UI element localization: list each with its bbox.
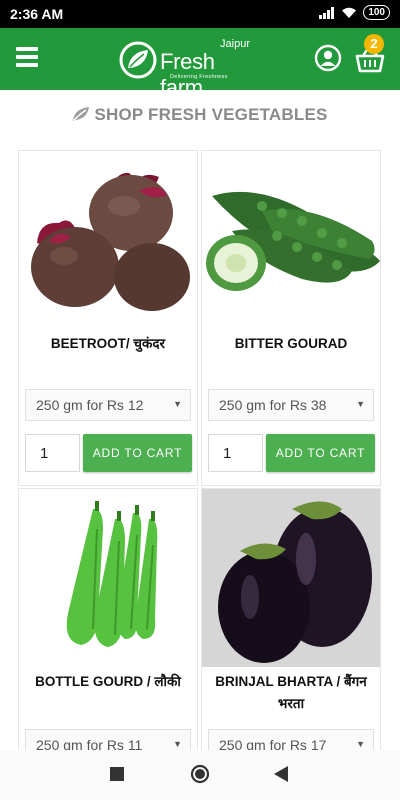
logo-tagline: Delivering Freshness: [170, 74, 228, 80]
product-card-bottle-gourd: BOTTLE GOURD / लौकी 250 gm for Rs 11 ▼: [18, 488, 198, 761]
system-nav-bar: [0, 750, 400, 800]
dropdown-caret-icon: ▼: [173, 739, 182, 749]
product-name: BITTER GOURAD: [234, 336, 348, 351]
brinjal-image[interactable]: [202, 489, 380, 667]
signal-icon: [319, 6, 335, 19]
quantity-input[interactable]: 1: [208, 434, 263, 472]
product-card-bitter-gourd: BITTER GOURAD 250 gm for Rs 38 ▼ 1 ADD T…: [201, 150, 381, 486]
leaf-icon: [73, 107, 90, 121]
add-to-cart-button[interactable]: ADD TO CART: [83, 434, 192, 472]
quantity-input[interactable]: 1: [25, 434, 80, 472]
wifi-icon: [342, 7, 357, 18]
bottle-gourd-image[interactable]: [19, 489, 197, 667]
cart-count-badge: 2: [364, 34, 384, 54]
battery-indicator: 100: [363, 5, 390, 20]
product-name: BRINJAL BHARTA / बैंगन भरता: [215, 674, 367, 711]
status-time: 2:36 AM: [10, 6, 64, 22]
dropdown-caret-icon: ▼: [356, 399, 365, 409]
triangle-back-icon[interactable]: [274, 766, 288, 782]
variant-value: 250 gm for Rs 38: [219, 397, 327, 413]
dropdown-caret-icon: ▼: [356, 739, 365, 749]
circle-icon[interactable]: [190, 764, 210, 784]
add-to-cart-button[interactable]: ADD TO CART: [266, 434, 375, 472]
product-name: BOTTLE GOURD / लौकी: [35, 674, 181, 689]
hamburger-menu-icon[interactable]: [16, 47, 38, 67]
logo-leaf-icon: [119, 41, 157, 79]
variant-select[interactable]: 250 gm for Rs 12 ▼: [25, 389, 191, 421]
square-icon[interactable]: [110, 767, 124, 781]
product-card-brinjal: BRINJAL BHARTA / बैंगन भरता 250 gm for R…: [201, 488, 381, 761]
beetroot-image[interactable]: [19, 151, 197, 329]
variant-select[interactable]: 250 gm for Rs 38 ▼: [208, 389, 374, 421]
section-title: SHOP FRESH VEGETABLES: [0, 105, 400, 125]
status-bar: 2:36 AM 100: [0, 0, 400, 28]
app-header: Jaipur Fresh farm Delivering Freshness 2: [0, 28, 400, 100]
status-icons: 100: [319, 5, 390, 20]
brand-logo[interactable]: Jaipur Fresh farm Delivering Freshness: [116, 36, 256, 100]
user-icon[interactable]: [314, 44, 342, 72]
section-title-text: SHOP FRESH VEGETABLES: [94, 105, 328, 124]
dropdown-caret-icon: ▼: [173, 399, 182, 409]
variant-value: 250 gm for Rs 12: [36, 397, 144, 413]
product-card-beetroot: BEETROOT/ चुकंदर 250 gm for Rs 12 ▼ 1 AD…: [18, 150, 198, 486]
bitter-gourd-image[interactable]: [202, 151, 380, 329]
product-name: BEETROOT/ चुकंदर: [50, 336, 166, 351]
